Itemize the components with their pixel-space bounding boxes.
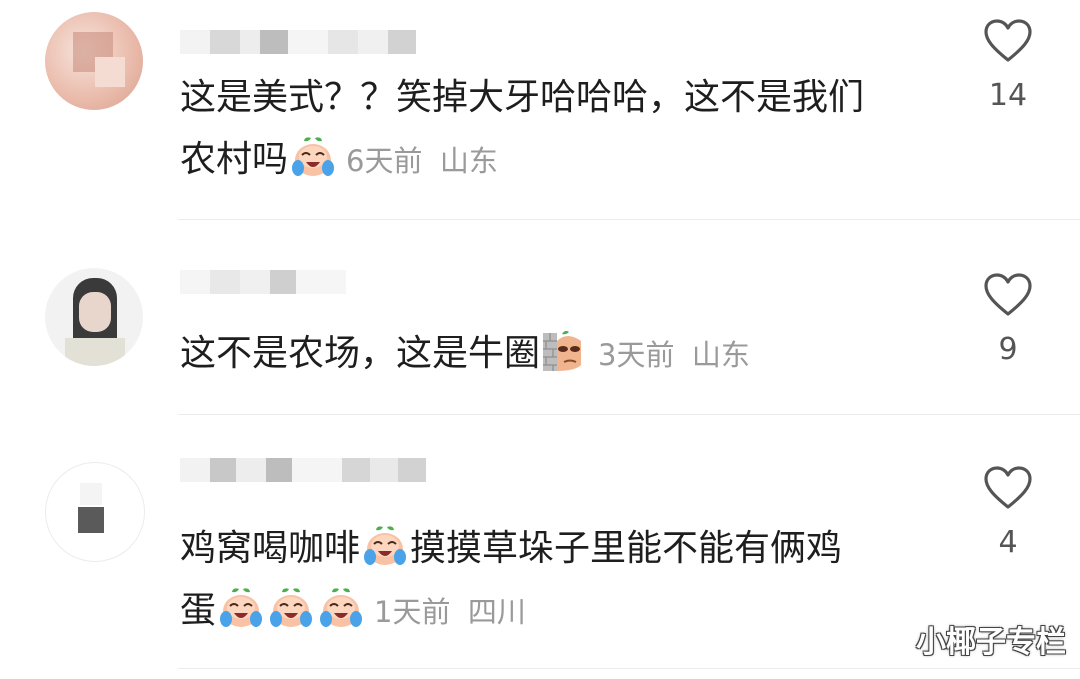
- crying-laugh-emoji-icon: [290, 135, 336, 179]
- username-mosaic[interactable]: [180, 270, 346, 296]
- comment-text: 这不是农场，这是牛圈 3天前 山东: [180, 323, 750, 386]
- heart-outline-icon: [983, 272, 1033, 318]
- comment-time: 6天前: [346, 144, 423, 178]
- username-mosaic[interactable]: [180, 458, 426, 484]
- like-button[interactable]: 4: [975, 465, 1041, 560]
- comment-line: 农村吗: [180, 139, 289, 180]
- like-button[interactable]: 14: [975, 18, 1041, 113]
- comment-line: 鸡窝喝咖啡: [180, 528, 361, 569]
- divider: [178, 219, 1080, 220]
- like-count: 4: [998, 525, 1018, 560]
- comment-line: 这是美式？？笑掉大牙哈哈哈，这不是我们: [180, 77, 865, 118]
- like-count: 14: [988, 78, 1028, 113]
- crying-laugh-emoji-icon: [318, 586, 364, 630]
- watermark: 小椰子专栏: [916, 625, 1066, 660]
- comment-location: 四川: [467, 595, 526, 629]
- avatar[interactable]: [45, 12, 143, 110]
- heart-outline-icon: [983, 18, 1033, 64]
- comment-text: 这是美式？？笑掉大牙哈哈哈，这不是我们: [180, 67, 864, 129]
- divider: [178, 668, 1080, 669]
- heart-outline-icon: [983, 465, 1033, 511]
- like-count: 9: [998, 332, 1018, 367]
- comment-line: 这不是农场，这是牛圈: [180, 333, 541, 374]
- avatar[interactable]: [45, 462, 145, 562]
- avatar[interactable]: [45, 268, 143, 366]
- comment-text: 鸡窝喝咖啡 摸摸草垛子里能不能有俩鸡: [180, 518, 842, 580]
- comment-text: 蛋 1天前 四川: [180, 580, 526, 643]
- comment-time: 1天前: [374, 595, 451, 629]
- like-button[interactable]: 9: [975, 272, 1041, 367]
- comment-location: 山东: [691, 338, 750, 372]
- comment-time: 3天前: [598, 338, 675, 372]
- crying-laugh-emoji-icon: [362, 524, 408, 568]
- divider: [178, 414, 1080, 415]
- crying-laugh-emoji-icon: [218, 586, 264, 630]
- comment-text: 农村吗 6天前 山东: [180, 129, 498, 192]
- wall-peek-emoji-icon: [542, 329, 588, 373]
- comment-line: 蛋: [180, 590, 217, 631]
- comment-line: 摸摸草垛子里能不能有俩鸡: [410, 528, 843, 569]
- username-mosaic[interactable]: [180, 30, 416, 56]
- crying-laugh-emoji-icon: [268, 586, 314, 630]
- comment-location: 山东: [439, 144, 498, 178]
